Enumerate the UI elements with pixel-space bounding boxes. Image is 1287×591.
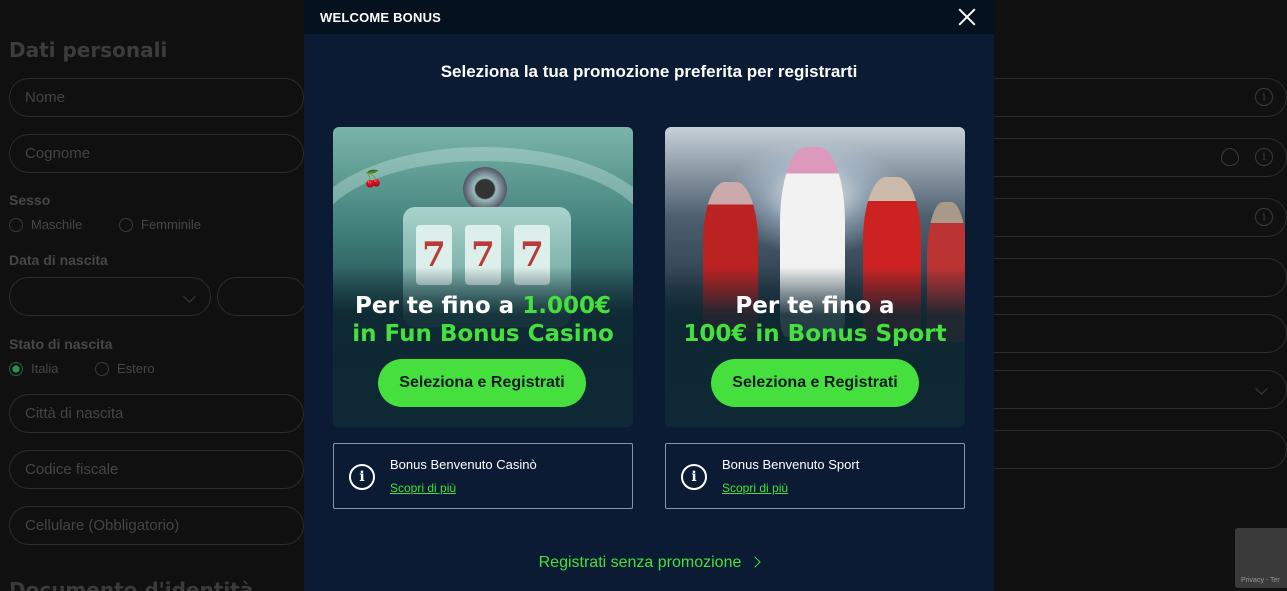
info-icon: i (1255, 148, 1273, 166)
next-section-title: Documento d'identità (9, 578, 254, 591)
right-select[interactable] (994, 370, 1287, 409)
promo-cards: 🍒 7 7 7 Per te fino a 1.000€ in Fun Bonu… (333, 127, 965, 427)
stato-nascita-label: Stato di nascita (9, 336, 113, 352)
welcome-bonus-modal: WELCOME BONUS Seleziona la tua promozion… (304, 0, 994, 591)
info-icon: i (1255, 208, 1273, 226)
chevron-down-icon (183, 290, 196, 303)
right-field-1[interactable] (994, 78, 1287, 117)
sport-select-button[interactable]: Seleziona e Registrati (711, 359, 919, 407)
nome-input[interactable]: Nome (9, 78, 304, 117)
radio-italia[interactable]: Italia (9, 361, 58, 376)
radio-maschile[interactable]: Maschile (9, 217, 82, 232)
casino-info-title: Bonus Benvenuto Casinò (390, 457, 537, 472)
modal-subtitle: Seleziona la tua promozione preferita pe… (440, 62, 858, 81)
sport-learn-more-link[interactable]: Scopri di più (722, 481, 788, 495)
eye-icon[interactable] (1221, 148, 1239, 166)
sport-info-box: i Bonus Benvenuto Sport Scopri di più (665, 443, 965, 509)
casino-headline: Per te fino a 1.000€ in Fun Bonus Casino (352, 293, 614, 347)
sport-promo-card[interactable]: Per te fino a 100€ in Bonus Sport Selezi… (665, 127, 965, 427)
chevron-down-icon (1255, 382, 1268, 395)
casino-info-box: i Bonus Benvenuto Casinò Scopri di più (333, 443, 633, 509)
casino-promo-card[interactable]: 🍒 7 7 7 Per te fino a 1.000€ in Fun Bonu… (333, 127, 633, 427)
cognome-input[interactable]: Cognome (9, 134, 304, 173)
radio-femminile[interactable]: Femminile (119, 217, 201, 232)
bonus-info-row: i Bonus Benvenuto Casinò Scopri di più i… (333, 443, 965, 509)
info-icon: i (681, 464, 707, 490)
right-field-2[interactable] (994, 138, 1287, 177)
recaptcha-badge[interactable]: Privacy - Ter (1235, 528, 1287, 588)
right-field-4[interactable] (994, 258, 1287, 297)
cellulare-input[interactable]: Cellulare (Obbligatorio) (9, 506, 304, 545)
sport-headline: Per te fino a 100€ in Bonus Sport (683, 293, 947, 347)
chevron-right-icon (749, 556, 762, 568)
sesso-label: Sesso (9, 192, 51, 208)
modal-title: WELCOME BONUS (320, 9, 442, 25)
right-field-5[interactable] (994, 314, 1287, 353)
birth-month-select[interactable] (217, 277, 307, 316)
citta-nascita-input[interactable]: Città di nascita (9, 394, 304, 433)
speaker-art (463, 167, 507, 211)
codice-fiscale-input[interactable]: Codice fiscale (9, 450, 304, 489)
birth-day-select[interactable] (9, 277, 211, 316)
casino-select-button[interactable]: Seleziona e Registrati (378, 359, 586, 407)
radio-estero[interactable]: Estero (95, 361, 155, 376)
data-nascita-label: Data di nascita (9, 252, 108, 268)
info-icon: i (349, 464, 375, 490)
close-icon[interactable] (958, 8, 976, 26)
info-icon: i (1255, 88, 1273, 106)
cherry-icon: 🍒 (363, 171, 383, 188)
sport-info-title: Bonus Benvenuto Sport (722, 457, 860, 472)
right-field-3[interactable] (994, 198, 1287, 237)
modal-header: WELCOME BONUS (304, 0, 994, 34)
section-title: Dati personali (9, 38, 168, 62)
register-without-promo-link[interactable]: Registrati senza promozione (304, 554, 994, 572)
casino-learn-more-link[interactable]: Scopri di più (390, 481, 456, 495)
right-field-6[interactable] (994, 430, 1287, 469)
